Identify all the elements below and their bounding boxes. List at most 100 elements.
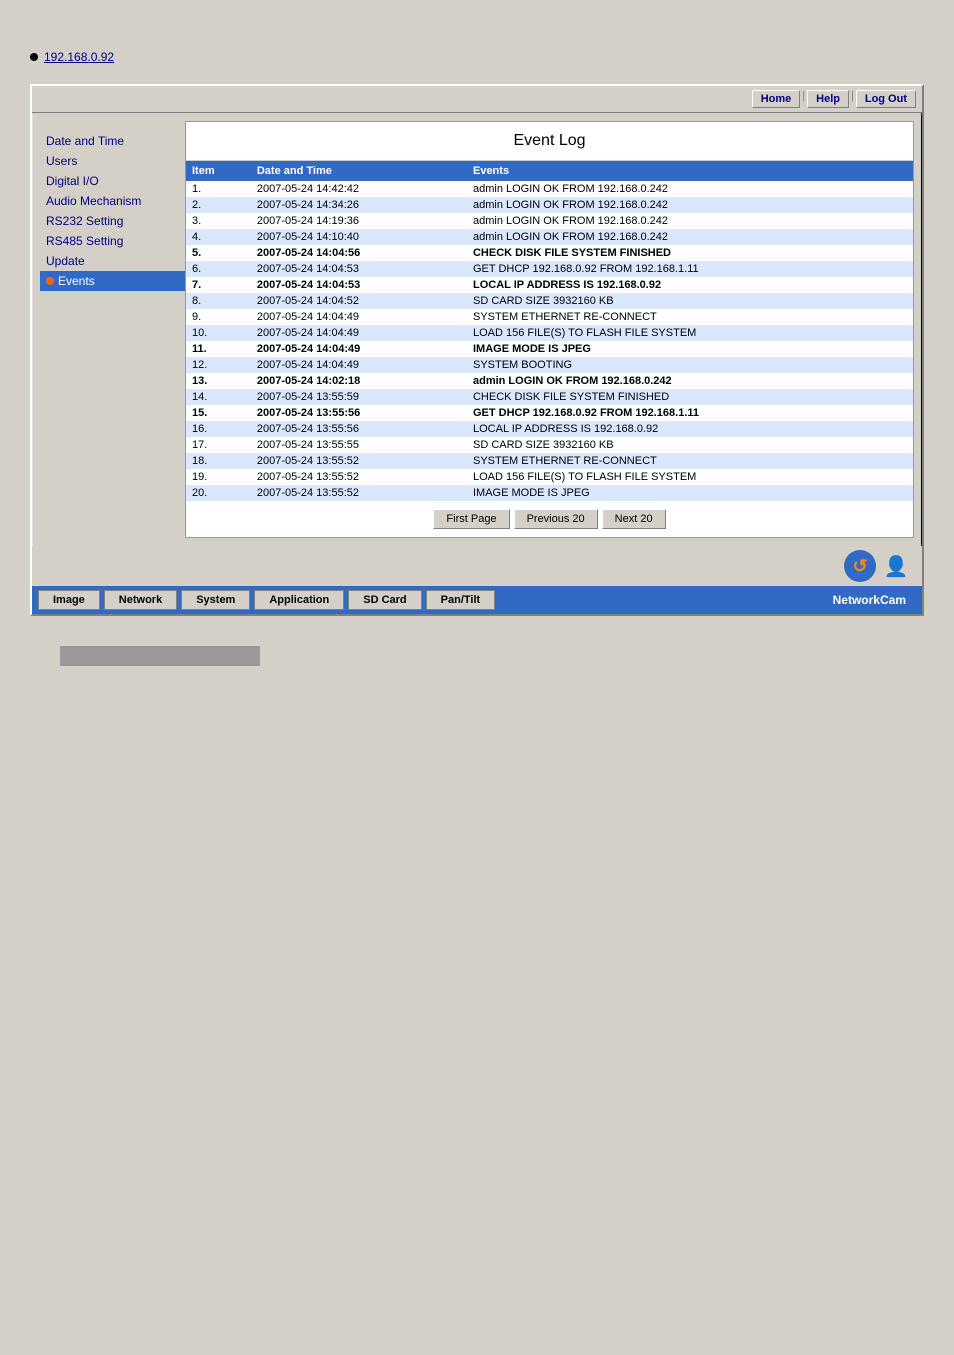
top-bar: Home | Help | Log Out <box>32 86 922 113</box>
brand-label: NetworkCam <box>833 593 916 607</box>
cell-item: 12. <box>186 357 251 373</box>
cell-event: admin LOGIN OK FROM 192.168.0.242 <box>467 181 913 197</box>
cell-event: SYSTEM BOOTING <box>467 357 913 373</box>
cell-event: SD CARD SIZE 3932160 KB <box>467 293 913 309</box>
sidebar-item-users[interactable]: Users <box>40 151 185 171</box>
sidebar-label-date-and-time: Date and Time <box>46 134 124 148</box>
cell-item: 5. <box>186 245 251 261</box>
cell-datetime: 2007-05-24 13:55:52 <box>251 485 467 501</box>
sidebar-item-events[interactable]: Events <box>40 271 185 291</box>
cell-item: 19. <box>186 469 251 485</box>
cell-datetime: 2007-05-24 13:55:52 <box>251 453 467 469</box>
cell-datetime: 2007-05-24 13:55:55 <box>251 437 467 453</box>
home-button[interactable]: Home <box>752 90 801 108</box>
main-panel: Home | Help | Log Out Date and Time User… <box>30 84 924 616</box>
cell-item: 17. <box>186 437 251 453</box>
table-row: 19.2007-05-24 13:55:52LOAD 156 FILE(S) T… <box>186 469 913 485</box>
sidebar-item-update[interactable]: Update <box>40 251 185 271</box>
table-row: 1.2007-05-24 14:42:42admin LOGIN OK FROM… <box>186 181 913 197</box>
cell-item: 16. <box>186 421 251 437</box>
sidebar-label-events: Events <box>58 274 95 288</box>
cell-event: IMAGE MODE IS JPEG <box>467 485 913 501</box>
sidebar-item-rs232[interactable]: RS232 Setting <box>40 211 185 231</box>
event-table: Item Date and Time Events 1.2007-05-24 1… <box>186 161 913 501</box>
tab-application[interactable]: Application <box>254 590 344 610</box>
cell-event: LOAD 156 FILE(S) TO FLASH FILE SYSTEM <box>467 469 913 485</box>
cell-datetime: 2007-05-24 14:04:53 <box>251 261 467 277</box>
cell-item: 7. <box>186 277 251 293</box>
table-row: 14.2007-05-24 13:55:59CHECK DISK FILE SY… <box>186 389 913 405</box>
page-wrapper: 192.168.0.92 Home | Help | Log Out Date … <box>0 0 954 686</box>
bullet-link-area: 192.168.0.92 <box>30 50 924 64</box>
user-icon[interactable]: 👤 <box>880 550 912 582</box>
table-head: Item Date and Time Events <box>186 161 913 181</box>
table-row: 4.2007-05-24 14:10:40admin LOGIN OK FROM… <box>186 229 913 245</box>
sidebar-label-digital-io: Digital I/O <box>46 174 99 188</box>
sidebar-label-users: Users <box>46 154 77 168</box>
help-button[interactable]: Help <box>807 90 849 108</box>
cell-item: 9. <box>186 309 251 325</box>
table-body: 1.2007-05-24 14:42:42admin LOGIN OK FROM… <box>186 181 913 501</box>
cell-datetime: 2007-05-24 14:04:49 <box>251 357 467 373</box>
cell-event: CHECK DISK FILE SYSTEM FINISHED <box>467 245 913 261</box>
sidebar-item-date-and-time[interactable]: Date and Time <box>40 131 185 151</box>
tab-network[interactable]: Network <box>104 590 177 610</box>
table-row: 7.2007-05-24 14:04:53LOCAL IP ADDRESS IS… <box>186 277 913 293</box>
col-item: Item <box>186 161 251 181</box>
cell-item: 8. <box>186 293 251 309</box>
cell-datetime: 2007-05-24 13:55:59 <box>251 389 467 405</box>
sidebar-item-rs485[interactable]: RS485 Setting <box>40 231 185 251</box>
next-20-button[interactable]: Next 20 <box>602 509 666 529</box>
cell-item: 3. <box>186 213 251 229</box>
content-area: Date and Time Users Digital I/O Audio Me… <box>32 113 922 546</box>
tab-sdcard[interactable]: SD Card <box>348 590 421 610</box>
cell-item: 18. <box>186 453 251 469</box>
cell-item: 2. <box>186 197 251 213</box>
table-row: 10.2007-05-24 14:04:49LOAD 156 FILE(S) T… <box>186 325 913 341</box>
bullet-icon <box>30 53 38 61</box>
sidebar-label-rs485: RS485 Setting <box>46 234 123 248</box>
sidebar-item-audio[interactable]: Audio Mechanism <box>40 191 185 211</box>
cell-datetime: 2007-05-24 14:04:49 <box>251 309 467 325</box>
table-row: 8.2007-05-24 14:04:52SD CARD SIZE 393216… <box>186 293 913 309</box>
cell-item: 15. <box>186 405 251 421</box>
table-header-row: Item Date and Time Events <box>186 161 913 181</box>
bottom-icons: ↺ 👤 <box>32 546 922 586</box>
cell-event: admin LOGIN OK FROM 192.168.0.242 <box>467 213 913 229</box>
cell-datetime: 2007-05-24 14:42:42 <box>251 181 467 197</box>
main-content: Event Log Item Date and Time Events 1.20… <box>185 121 914 538</box>
sidebar-item-digital-io[interactable]: Digital I/O <box>40 171 185 191</box>
tab-pantilt[interactable]: Pan/Tilt <box>426 590 496 610</box>
cell-item: 1. <box>186 181 251 197</box>
cell-datetime: 2007-05-24 14:34:26 <box>251 197 467 213</box>
tab-image[interactable]: Image <box>38 590 100 610</box>
table-row: 20.2007-05-24 13:55:52IMAGE MODE IS JPEG <box>186 485 913 501</box>
cell-item: 14. <box>186 389 251 405</box>
cell-event: GET DHCP 192.168.0.92 FROM 192.168.1.11 <box>467 261 913 277</box>
cell-item: 6. <box>186 261 251 277</box>
first-page-button[interactable]: First Page <box>433 509 509 529</box>
cell-event: CHECK DISK FILE SYSTEM FINISHED <box>467 389 913 405</box>
table-row: 3.2007-05-24 14:19:36admin LOGIN OK FROM… <box>186 213 913 229</box>
sidebar: Date and Time Users Digital I/O Audio Me… <box>40 121 185 538</box>
ip-link[interactable]: 192.168.0.92 <box>44 50 114 64</box>
active-dot-icon <box>46 277 54 285</box>
col-events: Events <box>467 161 913 181</box>
table-row: 18.2007-05-24 13:55:52SYSTEM ETHERNET RE… <box>186 453 913 469</box>
cell-datetime: 2007-05-24 13:55:56 <box>251 405 467 421</box>
sep1: | <box>802 90 805 108</box>
table-row: 12.2007-05-24 14:04:49SYSTEM BOOTING <box>186 357 913 373</box>
logout-button[interactable]: Log Out <box>856 90 916 108</box>
tab-system[interactable]: System <box>181 590 250 610</box>
refresh-icon[interactable]: ↺ <box>844 550 876 582</box>
cell-datetime: 2007-05-24 14:04:49 <box>251 325 467 341</box>
pagination: First Page Previous 20 Next 20 <box>186 501 913 537</box>
table-row: 9.2007-05-24 14:04:49SYSTEM ETHERNET RE-… <box>186 309 913 325</box>
cell-datetime: 2007-05-24 14:19:36 <box>251 213 467 229</box>
cell-event: LOCAL IP ADDRESS IS 192.168.0.92 <box>467 277 913 293</box>
cell-item: 11. <box>186 341 251 357</box>
page-title: Event Log <box>186 122 913 161</box>
cell-event: SYSTEM ETHERNET RE-CONNECT <box>467 309 913 325</box>
previous-20-button[interactable]: Previous 20 <box>514 509 598 529</box>
cell-event: IMAGE MODE IS JPEG <box>467 341 913 357</box>
